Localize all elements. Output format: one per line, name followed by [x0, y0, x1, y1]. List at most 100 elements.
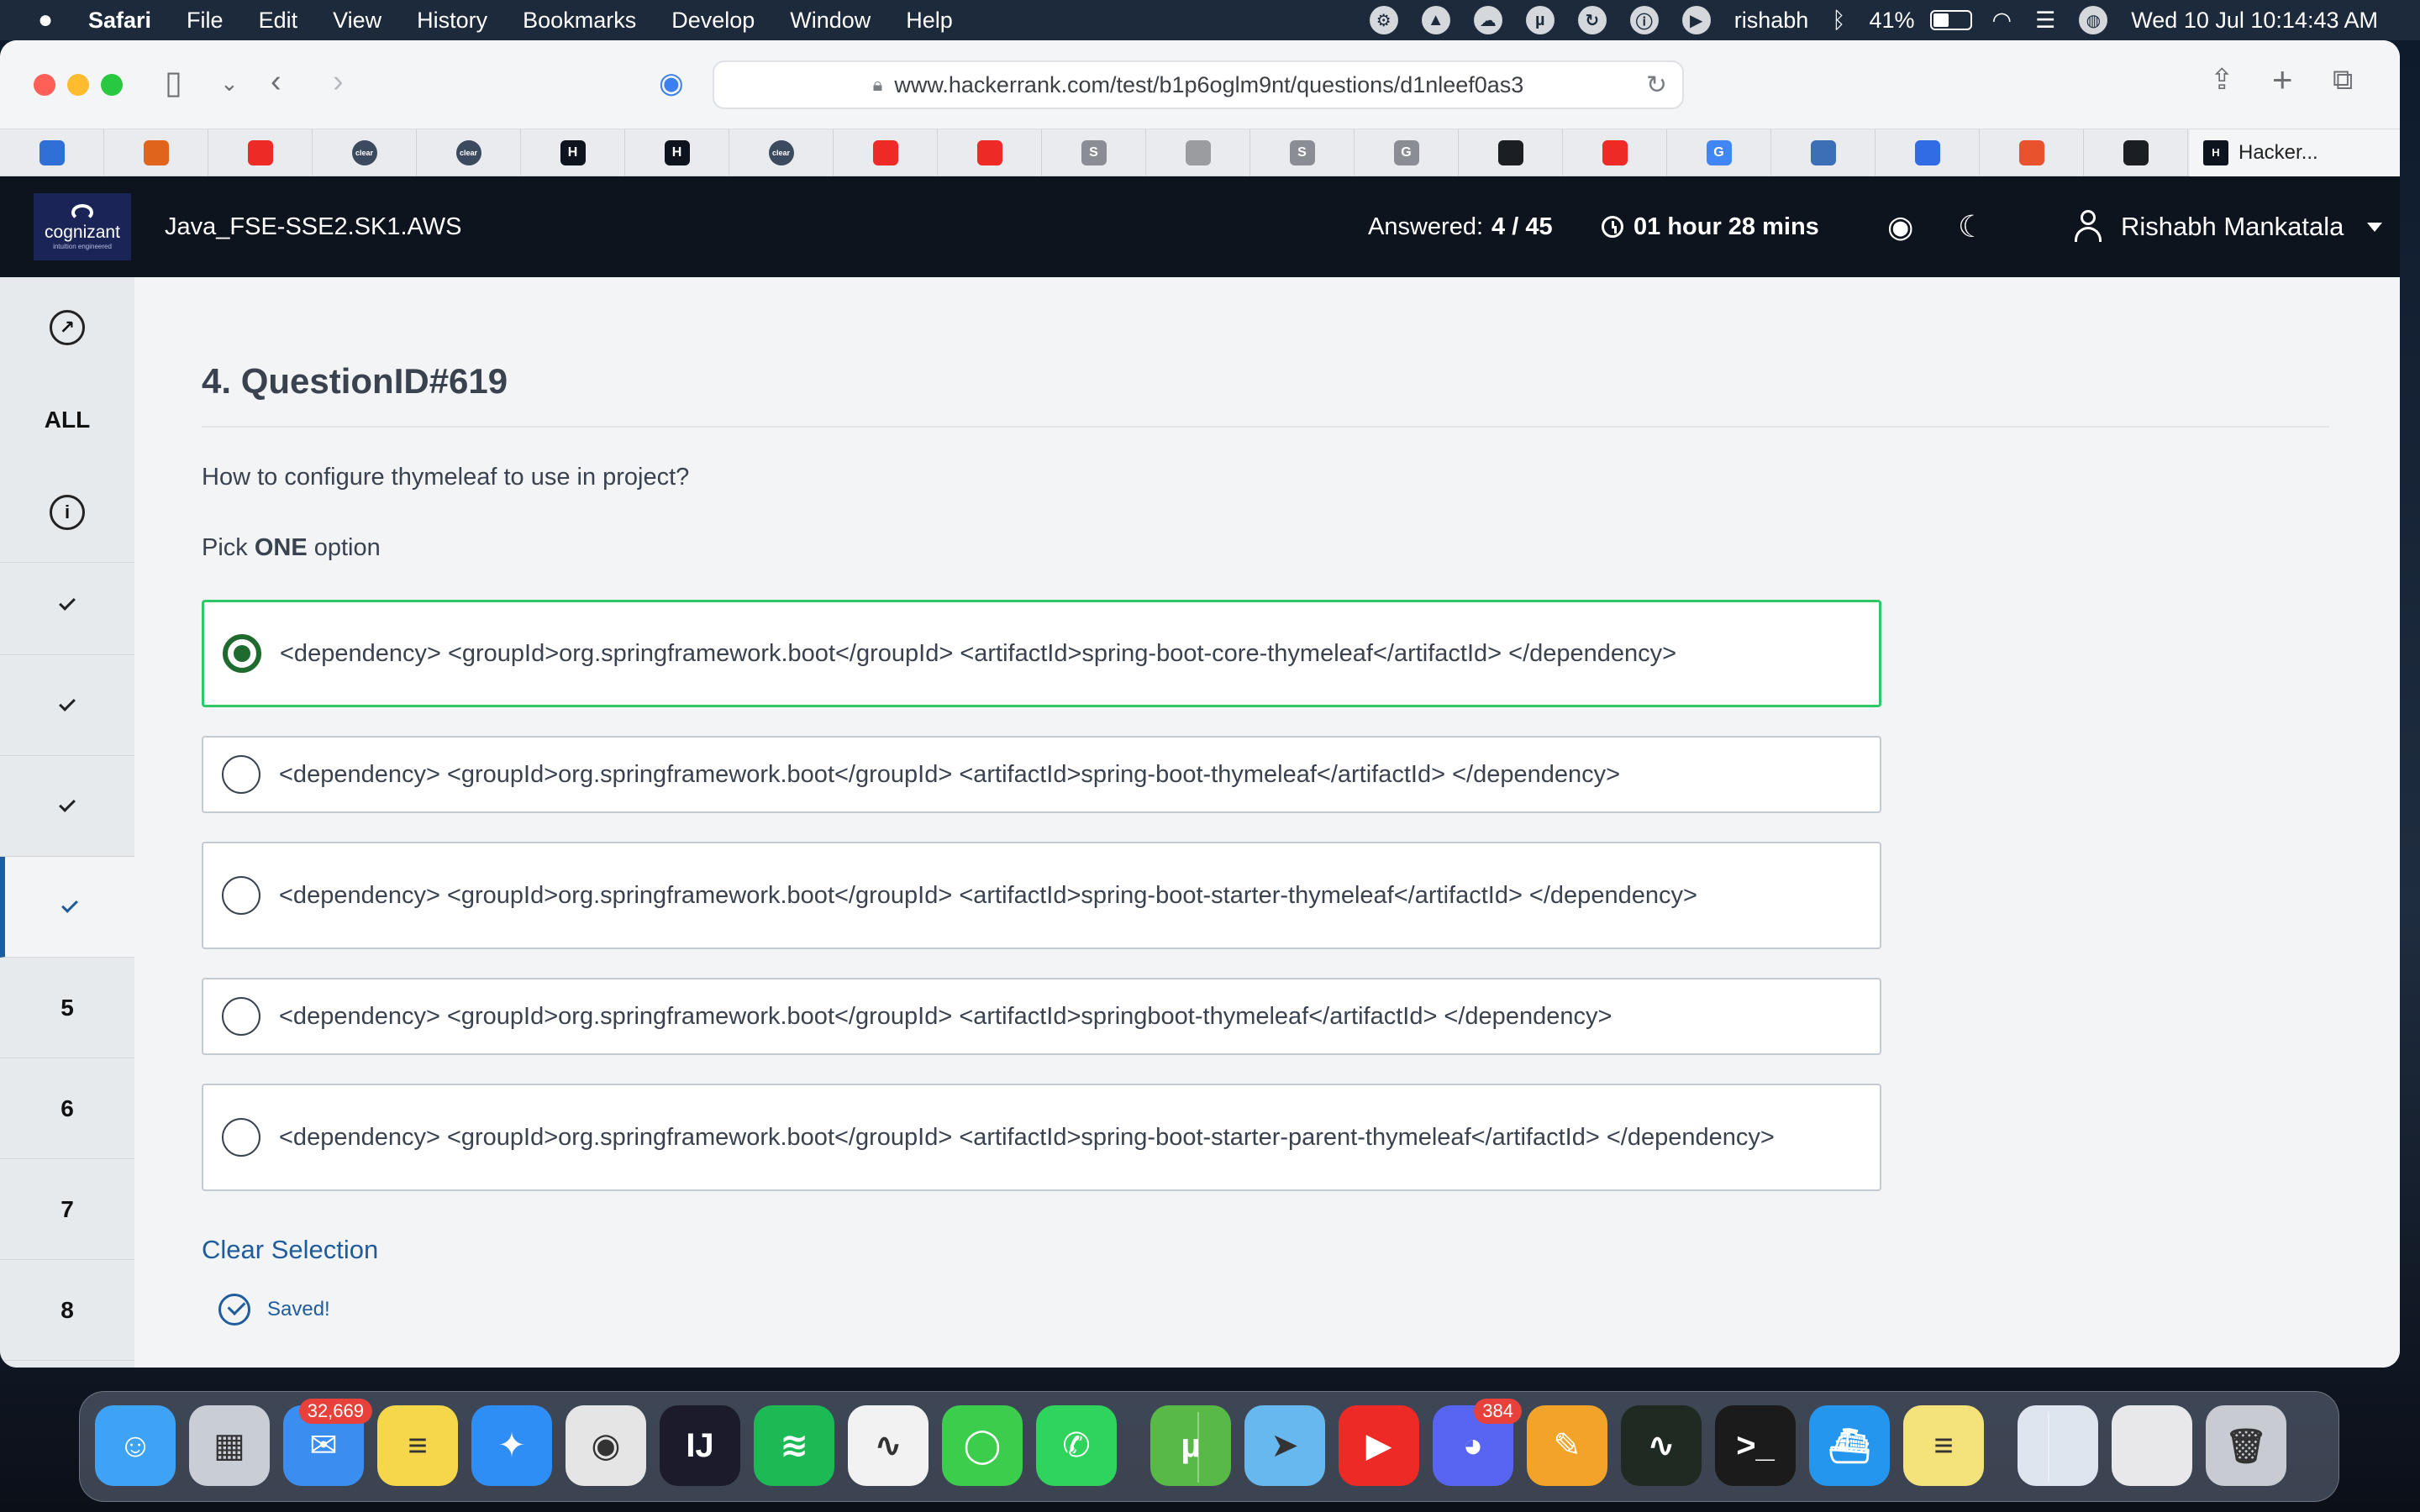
wifi-icon[interactable]: ◠ — [1992, 8, 2012, 34]
intellij-icon[interactable]: IJ — [660, 1405, 740, 1486]
status-cloud-icon[interactable]: ☁ — [1473, 6, 1502, 34]
spotify-icon[interactable]: ≋ — [754, 1405, 834, 1486]
answer-option[interactable]: <dependency> <groupId>org.springframewor… — [202, 736, 1881, 813]
freeform-icon[interactable]: ∿ — [848, 1405, 929, 1486]
question-nav-item[interactable] — [0, 756, 134, 857]
favorite-tab[interactable] — [1459, 129, 1563, 176]
window-thumbnail-icon[interactable] — [2018, 1405, 2098, 1486]
menu-develop[interactable]: Develop — [671, 8, 755, 34]
address-bar[interactable]: 🔒︎ www.hackerrank.com/test/b1p6oglm9nt/q… — [713, 60, 1684, 109]
favorite-tab[interactable] — [1563, 129, 1667, 176]
finder-icon[interactable]: ☺ — [95, 1405, 176, 1486]
eye-icon[interactable]: ◉ — [1887, 176, 1913, 277]
menu-bookmarks[interactable]: Bookmarks — [523, 8, 636, 34]
chevron-down-icon[interactable]: ⌄ — [220, 72, 239, 94]
menu-edit[interactable]: Edit — [259, 8, 298, 34]
whatsapp-icon[interactable]: ✆ — [1036, 1405, 1117, 1486]
clear-selection-link[interactable]: Clear Selection — [202, 1235, 378, 1265]
radio-button[interactable] — [222, 997, 260, 1036]
favorite-tab[interactable]: H — [521, 129, 625, 176]
radio-button[interactable] — [223, 634, 261, 673]
favorite-tab[interactable]: clear — [313, 129, 417, 176]
answer-option[interactable]: <dependency> <groupId>org.springframewor… — [202, 978, 1881, 1055]
favorite-tab[interactable] — [1876, 129, 1980, 176]
favorite-tab[interactable] — [1146, 129, 1250, 176]
share-icon[interactable]: ⇪ — [2210, 66, 2234, 94]
filter-all[interactable]: ALL — [0, 370, 134, 470]
favorite-tab[interactable]: clear — [417, 129, 521, 176]
radio-button[interactable] — [222, 1118, 260, 1157]
question-nav-item[interactable]: 6 — [0, 1058, 134, 1159]
question-nav-item[interactable] — [0, 655, 134, 756]
back-icon[interactable]: ‹ — [271, 66, 281, 97]
favorite-tab[interactable] — [834, 129, 938, 176]
compass-button[interactable]: ↗ — [0, 277, 134, 378]
tab-overview-icon[interactable]: ⧉ — [2333, 66, 2353, 94]
status-play-icon[interactable]: ▶ — [1681, 6, 1711, 34]
favorite-tab[interactable]: S — [1250, 129, 1355, 176]
activity-monitor-icon[interactable]: ∿ — [1621, 1405, 1702, 1486]
sidebar-toggle-icon[interactable]: ▯ — [165, 67, 182, 99]
menu-history[interactable]: History — [417, 8, 487, 34]
maps-icon[interactable]: ➤ — [1244, 1405, 1325, 1486]
terminal-icon[interactable]: >_ — [1715, 1405, 1796, 1486]
favorite-tab[interactable] — [0, 129, 104, 176]
menu-file[interactable]: File — [187, 8, 224, 34]
question-nav-item[interactable]: 7 — [0, 1159, 134, 1260]
notes-icon[interactable]: ≡ — [377, 1405, 458, 1486]
apple-menu-icon[interactable]: ● — [20, 6, 71, 34]
status-torrent-icon[interactable]: µ — [1525, 6, 1555, 34]
answer-option[interactable]: <dependency> <groupId>org.springframewor… — [202, 1084, 1881, 1191]
question-nav-item[interactable]: 8 — [0, 1260, 134, 1361]
utorrent-icon[interactable]: µ — [1150, 1405, 1231, 1486]
favorite-tab[interactable] — [938, 129, 1042, 176]
question-nav-item[interactable]: 5 — [0, 958, 134, 1058]
reload-icon[interactable]: ↻ — [1646, 71, 1667, 100]
new-tab-icon[interactable]: + — [2272, 62, 2293, 97]
control-center-icon[interactable]: ☰ — [2035, 8, 2055, 34]
clock-text[interactable]: Wed 10 Jul 10:14:43 AM — [2131, 8, 2378, 34]
favorite-tab[interactable] — [208, 129, 313, 176]
question-nav-item[interactable] — [0, 857, 134, 958]
info-button[interactable]: i — [0, 462, 134, 563]
bluetooth-icon[interactable]: ᛒ — [1832, 8, 1845, 34]
siri-icon[interactable]: ◍ — [2079, 6, 2108, 34]
forward-icon[interactable]: › — [333, 66, 344, 97]
favorite-tab[interactable] — [2084, 129, 2188, 176]
status-accessibility-icon[interactable]: ⓘ — [1629, 6, 1659, 34]
trash-icon[interactable]: 🗑 — [2206, 1405, 2286, 1486]
radio-button[interactable] — [222, 755, 260, 794]
question-nav-item[interactable] — [0, 554, 134, 655]
launchpad-icon[interactable]: ▦ — [189, 1405, 270, 1486]
minimize-window-button[interactable] — [67, 74, 89, 96]
stickies-icon[interactable]: ≡ — [1903, 1405, 1984, 1486]
chrome-icon[interactable]: ◉ — [566, 1405, 646, 1486]
status-user[interactable]: rishabh — [1734, 8, 1809, 34]
favorite-tab[interactable]: G — [1667, 129, 1771, 176]
window-thumbnail-icon[interactable] — [2112, 1405, 2192, 1486]
zoom-window-button[interactable] — [101, 74, 123, 96]
url-text[interactable]: www.hackerrank.com/test/b1p6oglm9nt/ques… — [894, 72, 1523, 98]
menu-view[interactable]: View — [333, 8, 381, 34]
youtube-icon[interactable]: ▶ — [1339, 1405, 1419, 1486]
favorite-tab[interactable] — [1980, 129, 2084, 176]
favorite-tab[interactable]: S — [1042, 129, 1146, 176]
pages-icon[interactable]: ✎ — [1527, 1405, 1607, 1486]
close-window-button[interactable] — [34, 74, 55, 96]
answer-option[interactable]: <dependency> <groupId>org.springframewor… — [202, 842, 1881, 949]
moon-icon[interactable]: ☾ — [1958, 176, 1985, 277]
favorite-tab[interactable] — [1771, 129, 1876, 176]
media-play-icon[interactable]: ◉ — [659, 69, 684, 97]
favorite-tab[interactable]: H — [625, 129, 729, 176]
menu-app-name[interactable]: Safari — [88, 8, 151, 34]
radio-button[interactable] — [222, 876, 260, 915]
favorite-tab[interactable] — [104, 129, 208, 176]
mail-icon[interactable]: ✉ 32,669 — [283, 1399, 372, 1486]
favorite-tab[interactable]: G — [1355, 129, 1459, 176]
docker-icon[interactable]: ⛴ — [1809, 1405, 1890, 1486]
safari-icon[interactable]: ✦ — [471, 1405, 552, 1486]
status-drive-icon[interactable]: ▲ — [1421, 6, 1450, 34]
menu-help[interactable]: Help — [906, 8, 953, 34]
battery-icon[interactable] — [1929, 10, 1972, 30]
answer-option[interactable]: <dependency> <groupId>org.springframewor… — [202, 600, 1881, 707]
